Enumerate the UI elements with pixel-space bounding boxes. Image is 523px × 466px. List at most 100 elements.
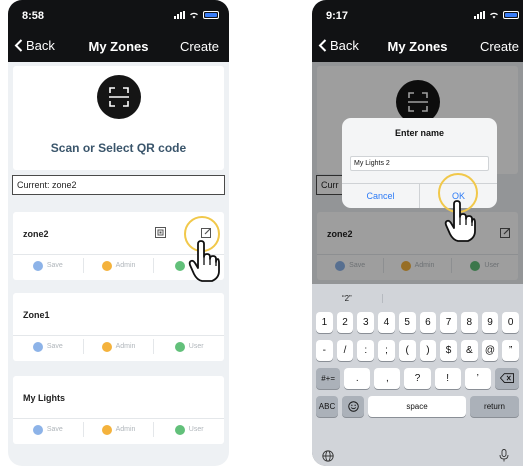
keyboard-row-bottom: ABC space return <box>312 396 523 417</box>
key[interactable]: ) <box>419 340 437 361</box>
save-label: Save <box>46 262 63 269</box>
pointing-hand-icon <box>188 240 220 282</box>
zone-actions: Save Admin User <box>13 335 224 357</box>
save-button[interactable]: Save <box>13 339 84 354</box>
suggestion-item[interactable]: “2” <box>312 293 383 303</box>
keyboard-row-numbers: 1 2 3 4 5 6 7 8 9 0 <box>312 312 523 333</box>
signal-icon <box>474 11 485 19</box>
key[interactable]: 9 <box>481 312 499 333</box>
save-label: Save <box>46 343 63 350</box>
save-button[interactable]: Save <box>13 258 84 273</box>
user-button[interactable]: User <box>154 339 224 354</box>
keyboard-suggestions: “2” <box>312 284 523 312</box>
scan-qr-card[interactable]: Scan or Select QR code <box>13 66 224 170</box>
key[interactable]: ? <box>404 368 431 389</box>
admin-icon <box>101 260 112 271</box>
key[interactable]: 7 <box>440 312 457 333</box>
key[interactable]: ; <box>378 340 395 361</box>
key[interactable]: 0 <box>502 312 520 333</box>
page-title: My Zones <box>88 39 149 54</box>
admin-button[interactable]: Admin <box>84 258 155 273</box>
emoji-key[interactable] <box>342 396 365 417</box>
globe-icon[interactable] <box>322 450 334 462</box>
key[interactable]: 8 <box>460 312 478 333</box>
save-button[interactable]: Save <box>13 422 84 437</box>
qr-scan-icon[interactable] <box>96 75 141 119</box>
keyboard-row-symbols: - / : ; ( ) $ & @ ” <box>312 340 523 361</box>
save-icon <box>32 424 43 435</box>
left-phone-screen: 8:58 Back My Zones Create Scan or Select… <box>8 0 229 466</box>
key[interactable]: @ <box>481 340 499 361</box>
admin-label: Admin <box>115 426 136 433</box>
admin-label: Admin <box>115 262 136 269</box>
admin-button[interactable]: Admin <box>84 422 155 437</box>
microphone-icon[interactable] <box>499 449 509 462</box>
zone-actions: Save Admin User <box>13 418 224 440</box>
wifi-icon <box>190 12 198 19</box>
more-symbols-key[interactable]: #+= <box>316 368 341 389</box>
keyboard-row-punctuation: #+= . , ? ! ’ <box>312 368 523 389</box>
zone-card-my-lights[interactable]: My Lights Save Admin User <box>13 376 224 444</box>
key[interactable]: 5 <box>398 312 416 333</box>
save-icon <box>32 260 43 271</box>
wifi-icon <box>490 12 498 19</box>
save-label: Save <box>46 426 63 433</box>
key[interactable]: ! <box>434 368 461 389</box>
cancel-button[interactable]: Cancel <box>342 184 420 208</box>
back-label: Back <box>26 38 55 53</box>
chevron-left-icon <box>318 39 327 52</box>
abc-key[interactable]: ABC <box>316 396 339 417</box>
key[interactable]: / <box>336 340 354 361</box>
user-button[interactable]: User <box>154 422 224 437</box>
admin-button[interactable]: Admin <box>84 339 155 354</box>
back-label: Back <box>330 38 359 53</box>
status-icons <box>174 11 219 19</box>
key[interactable]: ( <box>398 340 416 361</box>
battery-icon <box>503 11 519 19</box>
user-icon <box>174 424 185 435</box>
key[interactable]: , <box>374 368 401 389</box>
create-button[interactable]: Create <box>480 39 519 54</box>
on-screen-keyboard: “2” 1 2 3 4 5 6 7 8 9 0 - / : ; ( ) $ & … <box>312 284 523 466</box>
key[interactable]: 4 <box>378 312 395 333</box>
user-label: User <box>188 426 204 433</box>
return-key[interactable]: return <box>470 396 519 417</box>
key[interactable]: ” <box>502 340 520 361</box>
key[interactable]: 3 <box>357 312 375 333</box>
delete-key[interactable] <box>494 368 520 389</box>
zone-name: Zone1 <box>23 310 50 320</box>
zone-card-zone1[interactable]: Zone1 Save Admin User <box>13 293 224 361</box>
key[interactable]: 2 <box>336 312 354 333</box>
save-icon <box>32 341 43 352</box>
qr-code-icon[interactable] <box>155 227 166 238</box>
key[interactable]: . <box>344 368 371 389</box>
current-zone-label: Current: zone2 <box>12 175 225 195</box>
signal-icon <box>174 11 185 19</box>
key[interactable]: $ <box>440 340 457 361</box>
key[interactable]: : <box>357 340 375 361</box>
space-key[interactable]: space <box>368 396 467 417</box>
navigation-bar: 8:58 Back My Zones Create <box>8 0 229 62</box>
key[interactable]: ’ <box>464 368 491 389</box>
key[interactable]: & <box>460 340 478 361</box>
page-title: My Zones <box>387 39 448 54</box>
user-icon <box>174 341 185 352</box>
key[interactable]: - <box>316 340 333 361</box>
admin-label: Admin <box>115 343 136 350</box>
pointing-hand-icon <box>444 200 476 242</box>
back-button[interactable]: Back <box>14 38 55 53</box>
emoji-icon <box>347 401 359 412</box>
key[interactable]: 6 <box>419 312 437 333</box>
status-icons <box>474 11 519 19</box>
key[interactable]: 1 <box>316 312 333 333</box>
delete-key-icon <box>499 373 514 383</box>
back-button[interactable]: Back <box>318 38 359 53</box>
scan-qr-label: Scan or Select QR code <box>50 141 187 155</box>
battery-icon <box>203 11 219 19</box>
status-time: 8:58 <box>22 10 45 22</box>
create-button[interactable]: Create <box>180 39 219 54</box>
status-time: 9:17 <box>326 10 349 22</box>
admin-icon <box>101 341 112 352</box>
keyboard-footer <box>312 448 523 466</box>
zone-name-input[interactable]: My Lights 2 <box>350 156 489 171</box>
